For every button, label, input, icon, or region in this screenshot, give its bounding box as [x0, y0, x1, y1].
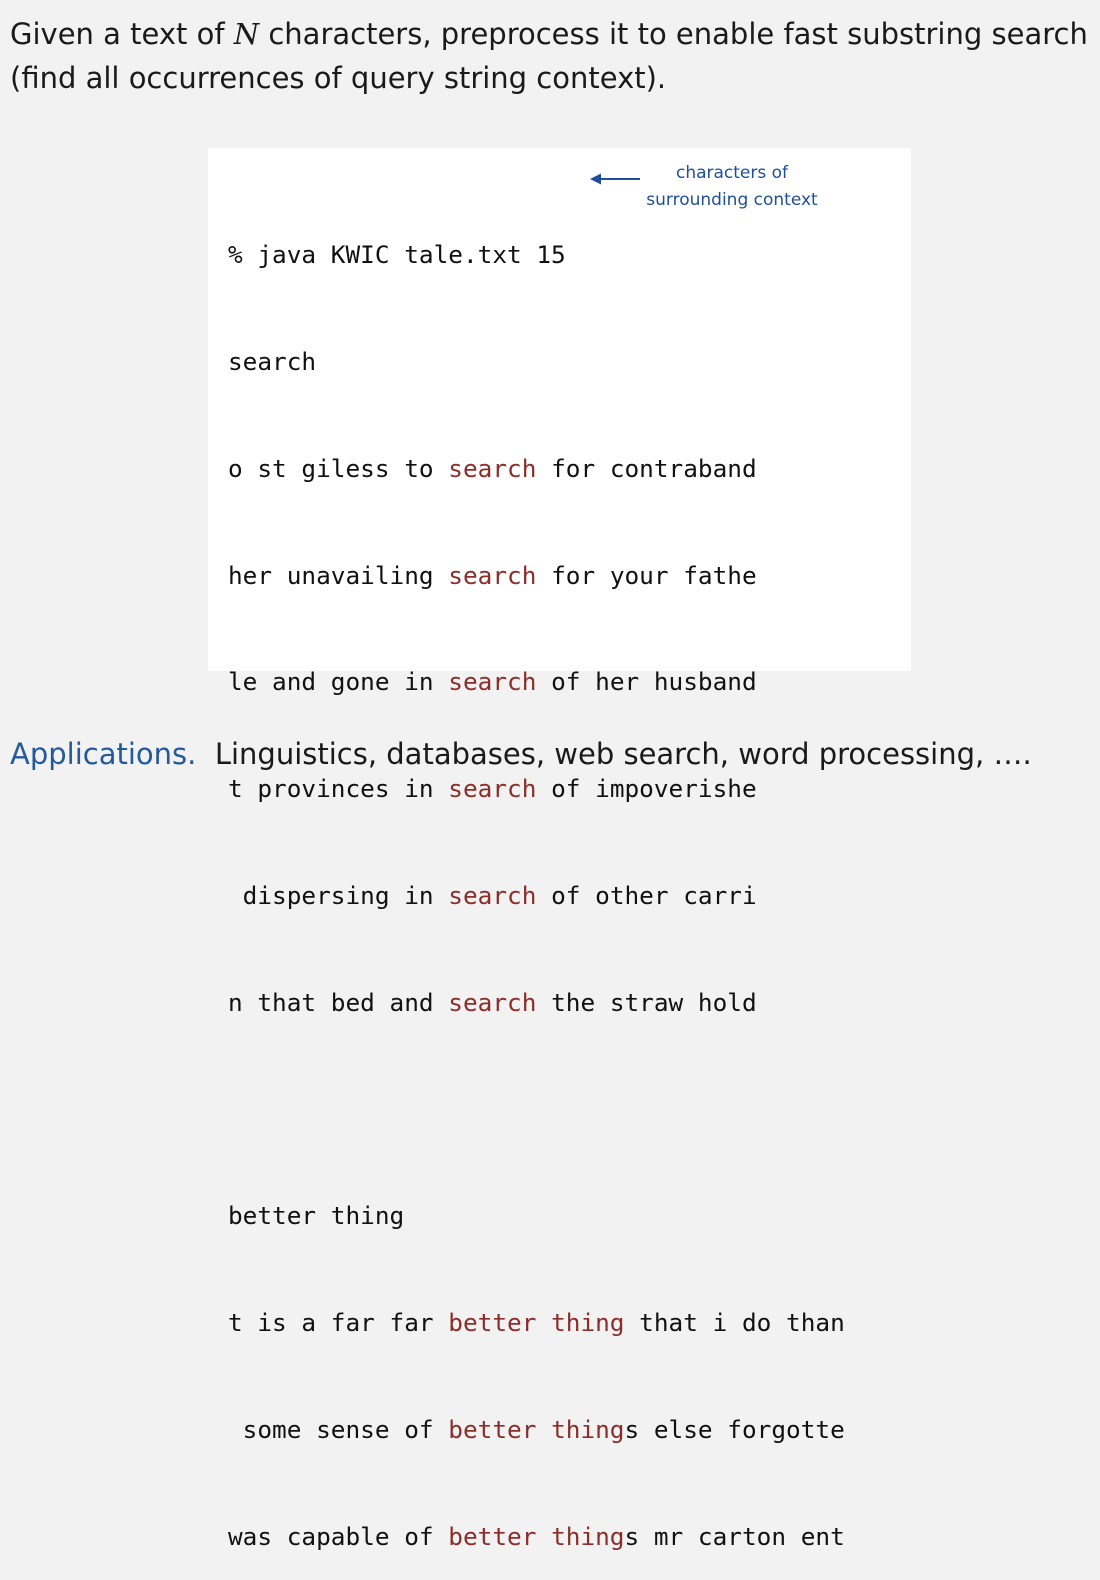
result-before: t is a far far [228, 1308, 449, 1337]
annotation-line-2: surrounding context [646, 190, 818, 210]
kwic-output: % java KWIC tale.txt 15 search o st gile… [228, 166, 845, 1580]
result-after: that i do than [624, 1308, 845, 1337]
result-line: le and gone in search of her husband [228, 664, 845, 700]
query-search: search [228, 346, 317, 376]
result-line: was capable of better things mr carton e… [228, 1519, 845, 1555]
result-match: search [448, 774, 537, 804]
result-line: o st giless to search for contraband [228, 451, 845, 487]
intro-paragraph: Given a text of N characters, preprocess… [10, 12, 1090, 100]
result-match: search [448, 987, 537, 1017]
result-before: some sense of [228, 1414, 449, 1444]
result-line: some sense of better things else forgott… [228, 1412, 845, 1448]
result-match: search [448, 880, 537, 910]
result-after: for your fathe [536, 560, 757, 590]
result-after: s else forgotte [624, 1414, 845, 1444]
kwic-example-panel: % java KWIC tale.txt 15 search o st gile… [208, 148, 911, 1551]
command-line: % java KWIC tale.txt 15 [228, 240, 566, 270]
applications-text: Linguistics, databases, web search, word… [214, 737, 1032, 771]
result-match: better thing [448, 1308, 625, 1337]
result-line: t is a far far better thing that i do th… [228, 1305, 845, 1341]
result-line: t provinces in search of impoverishe [228, 771, 845, 807]
result-match: search [448, 667, 537, 697]
result-after: of other carri [536, 880, 757, 910]
applications-line: Applications. Linguistics, databases, we… [10, 734, 1032, 774]
result-line: n that bed and search the straw hold [228, 985, 845, 1021]
result-after: for contraband [536, 453, 757, 483]
result-before: le and gone in [228, 667, 449, 697]
result-before: n that bed and [228, 987, 449, 1017]
result-after: of impoverishe [536, 774, 757, 804]
result-before: was capable of [228, 1521, 449, 1551]
result-line: dispersing in search of other carri [228, 878, 845, 914]
result-after: the straw hold [536, 987, 757, 1017]
result-after: of her husband [536, 667, 757, 697]
applications-label: Applications. [10, 737, 197, 771]
result-before: dispersing in [228, 880, 449, 910]
result-match: search [448, 453, 537, 483]
result-after: s mr carton ent [624, 1521, 845, 1551]
result-match: better thing [448, 1521, 625, 1551]
result-line: her unavailing search for your fathe [228, 558, 845, 594]
result-match: better thing [448, 1414, 625, 1444]
result-before: o st giless to [228, 453, 449, 483]
result-match: search [448, 560, 537, 590]
query-better-thing: better thing [228, 1201, 405, 1231]
result-before: her unavailing [228, 560, 449, 590]
result-before: t provinces in [228, 774, 449, 804]
context-annotation: characters of surrounding context [632, 160, 832, 214]
intro-text-before: Given a text of [10, 17, 234, 51]
annotation-line-1: characters of [675, 163, 789, 183]
intro-variable-n: N [233, 17, 260, 51]
